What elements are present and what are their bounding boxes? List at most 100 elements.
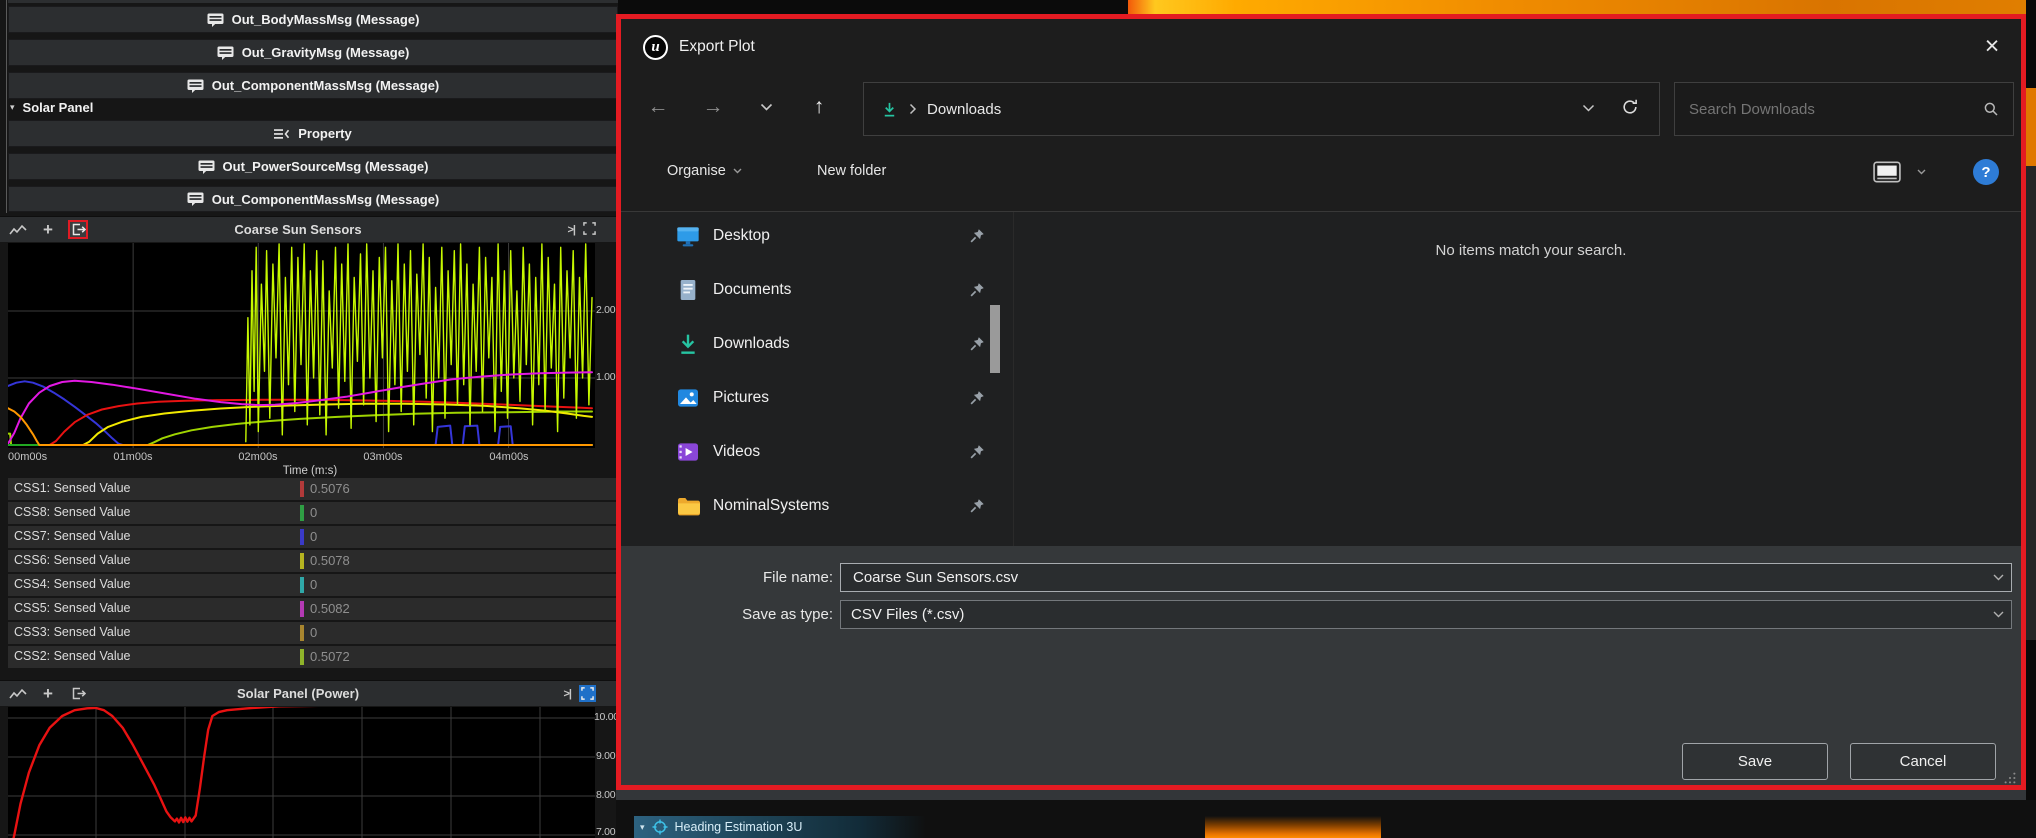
legend-value: 0.5072	[310, 649, 350, 664]
dialog-body: Desktop Documents Downloads Pictures Vid	[621, 212, 2021, 546]
new-folder-label: New folder	[817, 163, 886, 179]
sidebar-item-downloads[interactable]: Downloads	[629, 319, 1009, 369]
save-button[interactable]: Save	[1682, 743, 1828, 780]
legend-row[interactable]: CSS4: Sensed Value0	[8, 574, 618, 596]
legend-color-bar	[300, 505, 304, 521]
legend-label: CSS7: Sensed Value	[14, 529, 131, 543]
pin-icon[interactable]	[969, 228, 985, 244]
address-dropdown-chevron[interactable]	[1582, 100, 1595, 118]
legend-row[interactable]: CSS2: Sensed Value0.5072	[8, 646, 618, 668]
heading-estimation-label: Heading Estimation 3U	[675, 820, 803, 834]
solar-panel-section-header[interactable]: ▾ Solar Panel	[10, 99, 610, 116]
pin-icon[interactable]	[969, 390, 985, 406]
close-icon[interactable]: ×	[1975, 29, 2009, 63]
recent-locations-chevron[interactable]	[748, 89, 784, 125]
pin-icon[interactable]	[969, 282, 985, 298]
refresh-icon[interactable]	[1621, 98, 1639, 121]
legend-label: CSS6: Sensed Value	[14, 553, 131, 567]
back-button[interactable]: ←	[640, 89, 676, 125]
message-pin-row[interactable]: Out_ComponentMassMsg (Message)	[8, 72, 618, 99]
view-mode-button[interactable]	[1873, 161, 1901, 183]
css-x-tick: 03m00s	[348, 451, 418, 463]
property-pin-row[interactable]: Property	[8, 120, 618, 147]
message-pin-label: Out_ComponentMassMsg (Message)	[212, 192, 440, 207]
organise-label: Organise	[667, 163, 726, 179]
heading-estimation-row[interactable]: ▾ Heading Estimation 3U	[634, 816, 926, 838]
sidebar-item-videos[interactable]: Videos	[629, 427, 1009, 477]
dialog-nav-row: ← → ↑ Downloads	[621, 75, 2021, 141]
export-plot-icon[interactable]	[68, 684, 88, 703]
search-icon[interactable]	[1983, 101, 1999, 117]
organise-menu-button[interactable]: Organise	[667, 163, 742, 179]
save-as-type-select[interactable]: CSV Files (*.csv)	[840, 600, 2012, 629]
solar-y-tick: 9.00	[596, 750, 615, 762]
solar-panel-power-chart[interactable]	[8, 707, 595, 838]
legend-label: CSS3: Sensed Value	[14, 625, 131, 639]
css-plot-title: Coarse Sun Sensors	[0, 222, 596, 237]
plot-lines-icon[interactable]	[8, 220, 28, 239]
sidebar-scrollbar-thumb[interactable]	[990, 305, 1000, 373]
skip-to-end-icon[interactable]: >|	[567, 224, 575, 236]
sidebar-item-pictures[interactable]: Pictures	[629, 373, 1009, 423]
sidebar-item-label: NominalSystems	[713, 497, 829, 515]
message-pin-row[interactable]: Out_ComponentMassMsg (Message)	[8, 186, 618, 212]
pin-icon[interactable]	[969, 498, 985, 514]
cancel-button[interactable]: Cancel	[1850, 743, 1996, 780]
file-name-input[interactable]	[851, 568, 1985, 587]
message-pin-label: Out_BodyMassMsg (Message)	[232, 12, 420, 27]
legend-row[interactable]: CSS1: Sensed Value0.5076	[8, 478, 618, 500]
new-folder-button[interactable]: New folder	[817, 163, 886, 179]
legend-row[interactable]: CSS7: Sensed Value0	[8, 526, 618, 548]
message-icon	[198, 160, 215, 174]
add-plot-icon[interactable]: +	[38, 220, 58, 239]
plot-lines-icon[interactable]	[8, 684, 28, 703]
help-button[interactable]: ?	[1973, 159, 1999, 185]
legend-row[interactable]: CSS3: Sensed Value0	[8, 622, 618, 644]
expand-plot-icon[interactable]	[583, 222, 596, 238]
downloads-location-icon	[881, 101, 898, 118]
dialog-titlebar[interactable]: u Export Plot ×	[621, 19, 2021, 75]
legend-label: CSS5: Sensed Value	[14, 601, 131, 615]
message-pin-label: Out_GravityMsg (Message)	[242, 45, 410, 60]
pin-icon[interactable]	[969, 336, 985, 352]
sidebar-item-documents[interactable]: Documents	[629, 265, 1009, 315]
legend-color-bar	[300, 601, 304, 617]
breadcrumb-location[interactable]: Downloads	[927, 101, 1001, 118]
message-pin-row[interactable]: Out_PowerSourceMsg (Message)	[8, 153, 618, 180]
export-plot-icon-highlighted[interactable]	[68, 220, 88, 239]
expand-plot-icon-active[interactable]	[579, 685, 596, 702]
pin-icon[interactable]	[969, 444, 985, 460]
file-name-combobox[interactable]	[840, 563, 2012, 592]
add-plot-icon[interactable]: +	[38, 684, 58, 703]
sidebar-item-nominalsystems[interactable]: NominalSystems	[629, 481, 1009, 531]
forward-button[interactable]: →	[695, 89, 731, 125]
legend-color-bar	[300, 577, 304, 593]
chevron-down-icon[interactable]	[1985, 611, 2011, 618]
coarse-sun-sensors-chart[interactable]	[8, 243, 595, 448]
property-pin-label: Property	[298, 126, 351, 141]
dialog-toolbar: Organise New folder ?	[621, 141, 2021, 212]
background-window-band	[616, 790, 2026, 800]
property-icon	[274, 128, 290, 140]
legend-row[interactable]: CSS5: Sensed Value0.5082	[8, 598, 618, 620]
skip-to-end-icon[interactable]: >|	[563, 688, 571, 700]
legend-label: CSS8: Sensed Value	[14, 505, 131, 519]
compass-target-icon	[652, 819, 668, 835]
up-button[interactable]: ↑	[801, 89, 837, 125]
css-x-tick: 04m00s	[474, 451, 544, 463]
search-input[interactable]	[1675, 101, 1983, 118]
message-icon	[217, 46, 234, 60]
address-bar[interactable]: Downloads	[863, 82, 1660, 136]
legend-row[interactable]: CSS6: Sensed Value0.5078	[8, 550, 618, 572]
view-mode-chevron[interactable]	[1917, 169, 1926, 175]
series-yellow-line	[8, 404, 592, 445]
chevron-down-icon[interactable]	[1985, 574, 2011, 581]
sidebar-item-desktop[interactable]: Desktop	[629, 211, 1009, 261]
message-pin-row[interactable]: Out_GravityMsg (Message)	[8, 39, 618, 66]
message-pin-row[interactable]: Out_BodyMassMsg (Message)	[8, 6, 618, 33]
legend-value: 0.5076	[310, 481, 350, 496]
legend-value: 0	[310, 577, 317, 592]
resize-grip[interactable]	[2003, 771, 2017, 785]
search-box[interactable]	[1674, 82, 2014, 136]
legend-row[interactable]: CSS8: Sensed Value0	[8, 502, 618, 524]
